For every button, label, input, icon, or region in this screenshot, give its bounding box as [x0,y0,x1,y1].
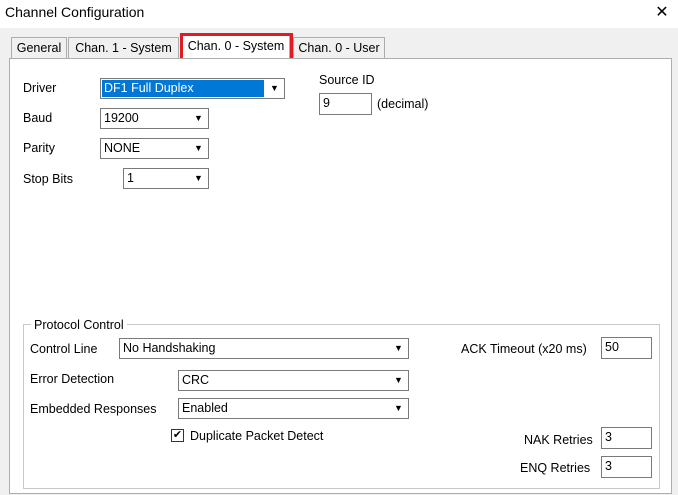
control-line-label: Control Line [30,342,98,356]
enq-retries-input[interactable]: 3 [601,456,652,478]
baud-select[interactable]: 19200 ▼ [100,108,209,129]
driver-label: Driver [23,81,57,95]
chevron-down-icon[interactable]: ▼ [190,170,207,187]
ack-timeout-label: ACK Timeout (x20 ms) [461,342,587,356]
embedded-responses-label: Embedded Responses [30,402,157,416]
stop-bits-label: Stop Bits [23,172,74,186]
driver-select[interactable]: DF1 Full Duplex ▼ [100,78,285,99]
stop-bits-value: 1 [127,171,134,185]
tab-chan0-user[interactable]: Chan. 0 - User [293,37,385,59]
duplicate-packet-detect-checkbox[interactable]: ✔ [171,429,184,442]
chevron-down-icon[interactable]: ▼ [190,110,207,127]
baud-label: Baud [23,111,53,125]
title-bar: Channel Configuration ✕ [0,0,678,28]
parity-label: Parity [23,141,55,155]
source-id-input[interactable]: 9 [319,93,372,115]
embedded-responses-select[interactable]: Enabled ▼ [178,398,409,419]
source-id-unit: (decimal) [377,97,429,111]
window-title: Channel Configuration [5,4,145,20]
close-icon[interactable]: ✕ [648,2,676,24]
driver-value: DF1 Full Duplex [102,80,264,97]
tab-chan0-system[interactable]: Chan. 0 - System [182,35,290,59]
chevron-down-icon[interactable]: ▼ [390,400,407,417]
enq-retries-label: ENQ Retries [520,461,591,475]
tab-general[interactable]: General [11,37,67,59]
duplicate-packet-detect-label: Duplicate Packet Detect [190,429,324,443]
chevron-down-icon[interactable]: ▼ [266,80,283,97]
embedded-responses-value: Enabled [182,401,228,415]
tab-chan1-system[interactable]: Chan. 1 - System [68,37,179,59]
error-detection-select[interactable]: CRC ▼ [178,370,409,391]
nak-retries-input[interactable]: 3 [601,427,652,449]
protocol-control-title: Protocol Control [31,318,127,332]
source-id-label: Source ID [319,73,375,87]
control-line-select[interactable]: No Handshaking ▼ [119,338,409,359]
parity-select[interactable]: NONE ▼ [100,138,209,159]
error-detection-label: Error Detection [30,372,115,386]
ack-timeout-input[interactable]: 50 [601,337,652,359]
chevron-down-icon[interactable]: ▼ [190,140,207,157]
parity-value: NONE [104,141,141,155]
baud-value: 19200 [104,111,139,125]
nak-retries-label: NAK Retries [524,433,593,447]
stop-bits-select[interactable]: 1 ▼ [123,168,209,189]
error-detection-value: CRC [182,373,210,387]
chevron-down-icon[interactable]: ▼ [390,372,407,389]
chevron-down-icon[interactable]: ▼ [390,340,407,357]
control-line-value: No Handshaking [123,341,216,355]
